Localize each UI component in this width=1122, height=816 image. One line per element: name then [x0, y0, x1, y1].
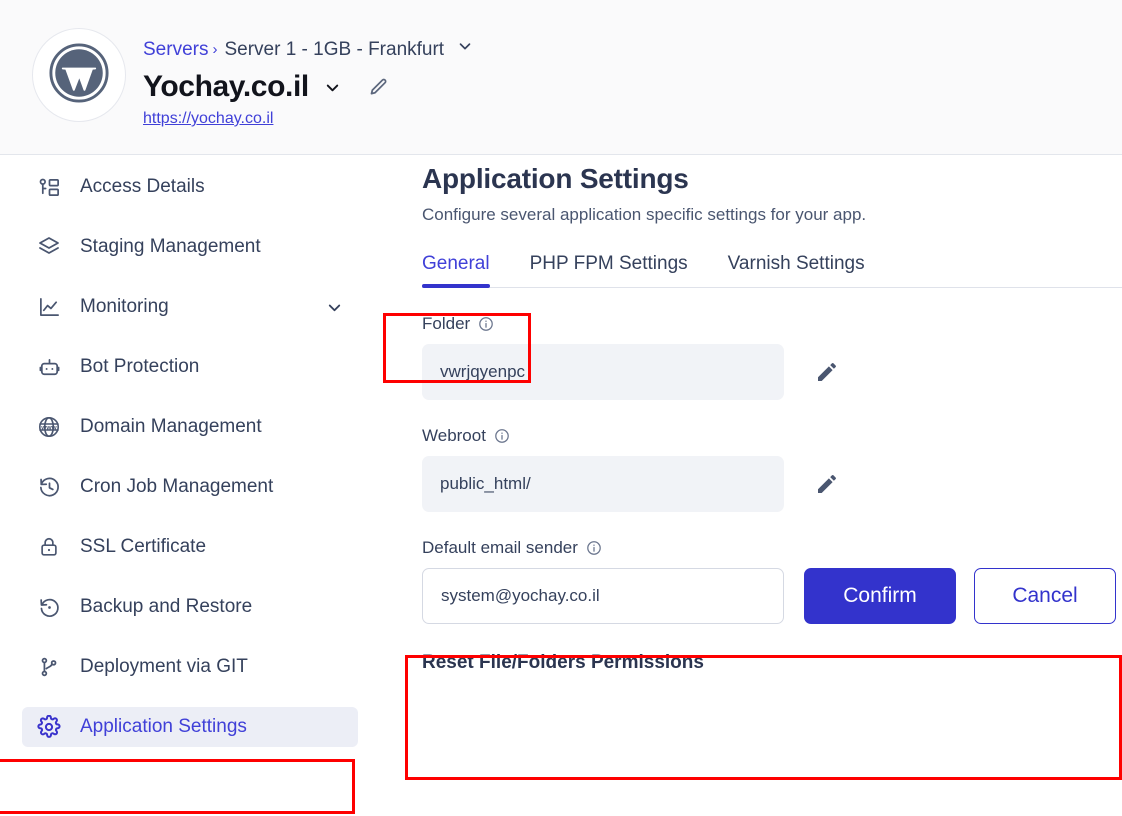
- section-subtitle: Configure several application specific s…: [422, 205, 867, 224]
- page-title: Yochay.co.il: [143, 70, 309, 103]
- folder-label: Folder: [422, 314, 471, 333]
- sidebar-item-bot-protection[interactable]: Bot Protection: [22, 347, 358, 387]
- clock-history-icon: [36, 474, 62, 500]
- sidebar-item-monitoring[interactable]: Monitoring: [22, 287, 358, 327]
- webroot-label-row: Webroot: [422, 426, 1122, 446]
- lock-icon: [36, 534, 62, 560]
- robot-icon: [36, 354, 62, 380]
- gear-icon: [36, 714, 62, 740]
- sidebar-item-label: Application Settings: [80, 716, 247, 737]
- field-group-folder: Folder: [422, 314, 1122, 400]
- sidebar-item-label: Cron Job Management: [80, 476, 274, 497]
- email-sender-label: Default email sender: [422, 538, 578, 557]
- sidebar-item-cron-job-management[interactable]: Cron Job Management: [22, 467, 358, 507]
- monitoring-chevron-down-icon[interactable]: [325, 298, 344, 317]
- folder-edit-pencil-icon[interactable]: [812, 357, 842, 387]
- sidebar-item-deployment-via-git[interactable]: Deployment via GIT: [22, 647, 358, 687]
- info-icon[interactable]: [586, 540, 602, 556]
- site-title-row: Yochay.co.il: [143, 68, 474, 106]
- folder-label-row: Folder: [422, 314, 1122, 334]
- confirm-button[interactable]: Confirm: [804, 568, 956, 624]
- info-icon[interactable]: [478, 316, 494, 332]
- sidebar-item-label: Staging Management: [80, 236, 261, 257]
- breadcrumb-current-server: Server 1 - 1GB - Frankfurt: [224, 38, 445, 60]
- field-group-webroot: Webroot: [422, 426, 1122, 512]
- webroot-field-row: [422, 456, 1122, 512]
- tab-varnish-settings[interactable]: Varnish Settings: [728, 253, 865, 287]
- site-chevron-down-icon[interactable]: [323, 78, 342, 97]
- wordpress-logo-icon: [48, 42, 110, 109]
- webroot-edit-pencil-icon[interactable]: [812, 469, 842, 499]
- reset-permissions-heading: Reset File/Folders Permissions: [422, 652, 704, 673]
- app-header: Servers › Server 1 - 1GB - Frankfurt Yoc…: [0, 0, 1122, 155]
- sidebar-item-label: Deployment via GIT: [80, 656, 248, 677]
- key-list-icon: [36, 174, 62, 200]
- sidebar-item-label: Bot Protection: [80, 356, 200, 377]
- header-text-block: Servers › Server 1 - 1GB - Frankfurt Yoc…: [143, 28, 474, 128]
- folder-field-row: [422, 344, 1122, 400]
- sidebar-item-staging-management[interactable]: Staging Management: [22, 227, 358, 267]
- layers-icon: [36, 234, 62, 260]
- tab-php-fpm-settings[interactable]: PHP FPM Settings: [530, 253, 688, 287]
- svg-text:www: www: [40, 425, 57, 432]
- sidebar-item-label: SSL Certificate: [80, 536, 207, 557]
- site-url-link[interactable]: https://yochay.co.il: [143, 110, 273, 128]
- main-content: Application Settings Configure several a…: [398, 155, 1122, 816]
- email-sender-input[interactable]: [422, 568, 784, 624]
- tab-bar: General PHP FPM Settings Varnish Setting…: [422, 253, 1122, 288]
- site-edit-pencil-icon[interactable]: [368, 77, 389, 98]
- git-branch-icon: [36, 654, 62, 680]
- breadcrumb-servers-link[interactable]: Servers: [143, 38, 208, 62]
- section-title: Application Settings: [422, 163, 689, 194]
- webroot-input[interactable]: [422, 456, 784, 512]
- sidebar-item-domain-management[interactable]: www Domain Management: [22, 407, 358, 447]
- sidebar-item-application-settings[interactable]: Application Settings: [22, 707, 358, 747]
- www-globe-icon: www: [36, 414, 62, 440]
- email-sender-field-row: Confirm Cancel: [422, 568, 1122, 624]
- tab-general[interactable]: General: [422, 253, 490, 288]
- sidebar-item-backup-and-restore[interactable]: Backup and Restore: [22, 587, 358, 627]
- info-icon[interactable]: [494, 428, 510, 444]
- sidebar: Access Details Staging Management Monito…: [0, 155, 398, 816]
- folder-input[interactable]: [422, 344, 784, 400]
- chart-line-icon: [36, 294, 62, 320]
- sidebar-item-access-details[interactable]: Access Details: [22, 167, 358, 207]
- cancel-button[interactable]: Cancel: [974, 568, 1116, 624]
- sidebar-item-label: Access Details: [80, 176, 205, 197]
- sidebar-item-ssl-certificate[interactable]: SSL Certificate: [22, 527, 358, 567]
- breadcrumb: Servers › Server 1 - 1GB - Frankfurt: [143, 37, 474, 62]
- webroot-label: Webroot: [422, 426, 486, 445]
- sidebar-item-label: Backup and Restore: [80, 596, 253, 617]
- email-sender-label-row: Default email sender: [422, 538, 1122, 558]
- sidebar-item-label: Monitoring: [80, 296, 169, 317]
- breadcrumb-separator-icon: ›: [212, 40, 218, 58]
- avatar: [32, 28, 126, 122]
- sidebar-item-label: Domain Management: [80, 416, 262, 437]
- server-chevron-down-icon[interactable]: [456, 37, 474, 62]
- page-body: Access Details Staging Management Monito…: [0, 155, 1122, 816]
- field-group-default-email-sender: Default email sender Confirm Cancel: [422, 538, 1122, 624]
- restore-icon: [36, 594, 62, 620]
